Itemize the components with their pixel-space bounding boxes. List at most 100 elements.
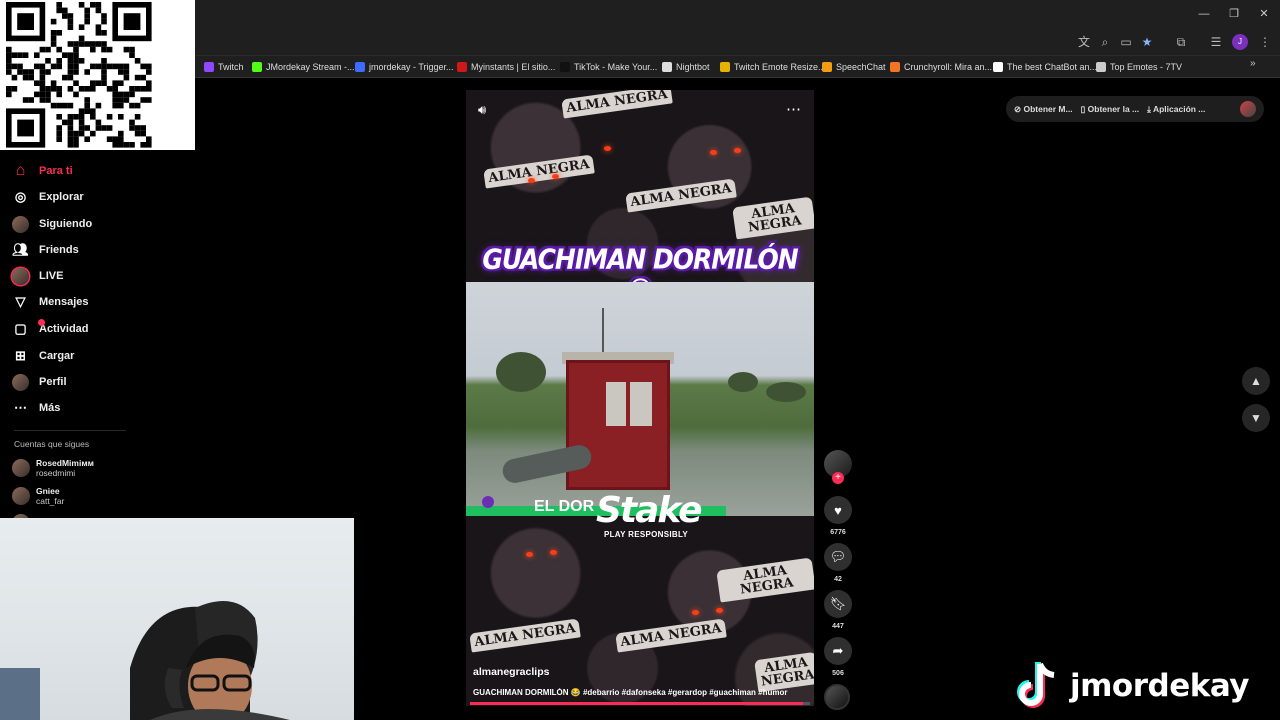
account-name: RosedMimiᴍᴍ	[36, 458, 94, 468]
volume-icon[interactable]: 🔊︎	[478, 102, 486, 118]
bookmark-item[interactable]: Nightbot	[662, 58, 710, 76]
glowing-eye	[692, 610, 699, 615]
cast-icon[interactable]: ▭	[1117, 33, 1135, 51]
sidebar-item-label: LIVE	[39, 270, 64, 282]
like-button[interactable]: ♥ 6776	[824, 496, 852, 536]
bookmark-label: Top Emotes - 7TV	[1110, 62, 1183, 72]
bookmark-favicon-icon	[822, 62, 832, 72]
sidebar-item-live[interactable]: LIVE	[12, 266, 63, 286]
get-coins-button[interactable]: ⊘ Obtener M...	[1014, 104, 1073, 115]
sidebar-item-label: Mensajes	[39, 296, 89, 308]
top-right-actions: ⊘ Obtener M... ▯ Obtener la ... ⤓ Aplica…	[1006, 96, 1264, 122]
zoom-icon[interactable]: ⌕	[1096, 33, 1114, 51]
following-heading: Cuentas que sigues	[14, 439, 90, 449]
bookmark-label: Twitch Emote Resize...	[734, 62, 826, 72]
sidebar-item-m-s[interactable]: ⋯ Más	[12, 398, 60, 418]
bookmark-item[interactable]: JMordekay Stream -...	[252, 58, 355, 76]
bookmark-label: JMordekay Stream -...	[266, 62, 355, 72]
sidebar-item-friends[interactable]: 👥︎ Friends	[12, 240, 79, 260]
sidebar-item-actividad[interactable]: ▢ Actividad	[12, 319, 89, 339]
glowing-eye	[604, 146, 611, 151]
bookmark-item[interactable]: jmordekay - Trigger...	[355, 58, 454, 76]
reading-list-icon[interactable]: ☰	[1207, 33, 1225, 51]
bookmark-favicon-icon	[890, 62, 900, 72]
booth-window	[630, 382, 652, 426]
following-avatar-icon	[12, 215, 29, 233]
home-icon: ⌂	[15, 162, 26, 179]
live-avatar-icon	[12, 267, 29, 285]
profile-avatar[interactable]: J	[1232, 34, 1248, 50]
more-options-icon[interactable]: ⋯	[786, 100, 801, 118]
notification-dot	[38, 319, 45, 326]
share-icon: ➦	[824, 637, 852, 665]
bookmark-star-icon[interactable]: ★	[1138, 33, 1156, 51]
sidebar-item-cargar[interactable]: ⊞ Cargar	[12, 346, 74, 366]
extensions-icon[interactable]: ⧉	[1172, 33, 1190, 51]
sidebar-item-mensajes[interactable]: ▽ Mensajes	[12, 292, 89, 312]
tree	[496, 352, 546, 392]
bookmark-label: SpeechChat	[836, 62, 886, 72]
share-button[interactable]: ➦ 506	[824, 637, 852, 677]
video-scene	[466, 282, 814, 516]
sidebar-item-label: Perfil	[39, 376, 67, 388]
minimize-icon[interactable]: —	[1190, 4, 1218, 24]
download-app-button[interactable]: ⤓ Aplicación ...	[1147, 104, 1205, 115]
bookmark-favicon-icon	[252, 62, 262, 72]
translate-icon[interactable]: 文	[1075, 33, 1093, 51]
bookmark-favicon-icon	[720, 62, 730, 72]
previous-video-button[interactable]: ▲	[1242, 367, 1270, 395]
video-author[interactable]: almanegraclips	[473, 666, 549, 678]
sidebar-item-label: Actividad	[39, 323, 89, 335]
follow-plus-icon[interactable]: +	[832, 472, 844, 484]
music-disc[interactable]	[824, 684, 852, 710]
restore-icon[interactable]: ❐	[1220, 4, 1248, 24]
share-count: 506	[832, 670, 844, 677]
followed-account[interactable]: RosedMimiᴍᴍ rosedmimi	[12, 458, 94, 478]
bookmark-item[interactable]: SpeechChat	[822, 58, 886, 76]
sidebar-item-label: Siguiendo	[39, 218, 93, 230]
bookmark-item[interactable]: TikTok - Make Your...	[560, 58, 657, 76]
bookmark-icon: 🔖︎	[824, 590, 852, 618]
compass-icon: ◎	[14, 189, 27, 204]
glowing-eye	[734, 148, 741, 153]
bookmark-favicon-icon	[204, 62, 214, 72]
bookmark-item[interactable]: The best ChatBot an...	[993, 58, 1097, 76]
account-handle: rosedmimi	[36, 468, 76, 478]
save-button[interactable]: 🔖︎ 447	[824, 590, 852, 630]
bookmark-favicon-icon	[662, 62, 672, 72]
comment-button[interactable]: 💬︎ 42	[824, 543, 852, 583]
sidebar-item-perfil[interactable]: Perfil	[12, 372, 67, 392]
video-progress[interactable]	[470, 702, 810, 705]
account-avatar	[12, 487, 30, 505]
user-avatar[interactable]	[1240, 101, 1256, 117]
bookmark-label: Crunchyroll: Mira an...	[904, 62, 993, 72]
purple-dot	[482, 496, 494, 508]
tiktok-logo-icon	[1017, 662, 1055, 708]
qr-code	[0, 0, 195, 150]
bookmark-item[interactable]: Twitch Emote Resize...	[720, 58, 826, 76]
creator-avatar[interactable]: +	[824, 450, 852, 484]
bookmark-favicon-icon	[1096, 62, 1106, 72]
next-video-button[interactable]: ▼	[1242, 404, 1270, 432]
sidebar-item-para-ti[interactable]: ⌂ Para ti	[12, 161, 73, 181]
webcam-overlay	[0, 518, 354, 720]
account-handle: catt_far	[36, 496, 65, 506]
browser-menu-icon[interactable]: ⋮	[1256, 33, 1274, 51]
more-icon: ⋯	[14, 400, 27, 415]
video-player[interactable]: ALMA NEGRA ALMA NEGRA ALMA NEGRA ALMA NE…	[466, 90, 814, 706]
sidebar-item-siguiendo[interactable]: Siguiendo	[12, 214, 92, 234]
bookmark-item[interactable]: Twitch	[204, 58, 244, 76]
activity-icon: ▢	[14, 321, 27, 336]
more-bookmarks-icon[interactable]: »	[1250, 58, 1256, 69]
get-app-button[interactable]: ▯ Obtener la ...	[1081, 104, 1140, 115]
bookmark-item[interactable]: Myinstants | El sitio...	[457, 58, 555, 76]
bookmark-item[interactable]: Crunchyroll: Mira an...	[890, 58, 992, 76]
bookmark-item[interactable]: Top Emotes - 7TV	[1096, 58, 1182, 76]
close-window-icon[interactable]: ✕	[1250, 4, 1278, 24]
comment-icon: 💬︎	[824, 543, 852, 571]
watermark-name: jmordekay	[1070, 668, 1250, 704]
followed-account[interactable]: Gniee catt_far	[12, 486, 64, 506]
sidebar-item-explorar[interactable]: ◎ Explorar	[12, 187, 84, 207]
upload-icon: ⊞	[15, 348, 26, 363]
glowing-eye	[526, 552, 533, 557]
